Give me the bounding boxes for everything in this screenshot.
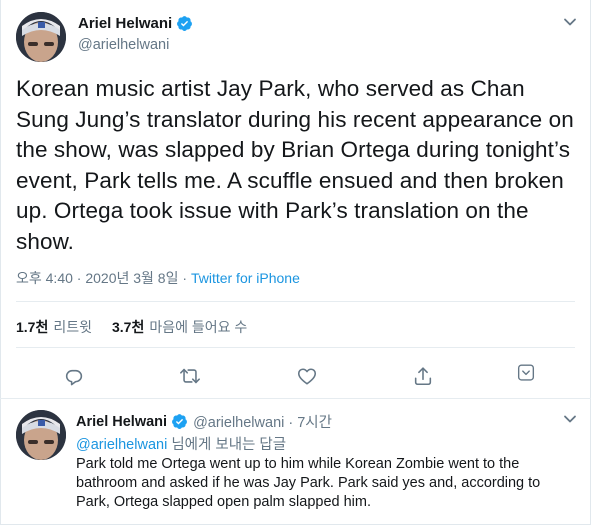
- like-button[interactable]: [291, 360, 323, 392]
- reply-to-suffix: 님에게 보내는 답글: [167, 437, 287, 453]
- author-row: Ariel Helwani: [78, 15, 193, 32]
- replying-to: @arielhelwani 님에게 보내는 답글: [76, 433, 286, 454]
- tweet-stats: 1.7천 리트윗 3.7천 마음에 들어요 수: [16, 317, 267, 337]
- analytics-icon: [517, 364, 535, 381]
- reply-author-row: Ariel Helwani @arielhelwani · 7시간: [76, 411, 332, 432]
- reply-button[interactable]: [58, 360, 90, 392]
- tweet-text: Korean music artist Jay Park, who served…: [16, 76, 574, 254]
- avatar[interactable]: [16, 410, 66, 460]
- divider: [16, 301, 575, 302]
- reply-mention-link[interactable]: @arielhelwani: [76, 437, 167, 453]
- reply-icon: [65, 369, 83, 386]
- retweet-icon: [180, 368, 200, 384]
- retweet-label: 리트윗: [53, 319, 92, 335]
- retweet-stat[interactable]: 1.7천 리트윗: [16, 317, 92, 337]
- tweet-source-link[interactable]: Twitter for iPhone: [191, 270, 300, 286]
- chevron-down-icon[interactable]: [563, 15, 577, 29]
- like-count: 3.7천: [111, 319, 145, 335]
- divider: [16, 347, 575, 348]
- chevron-down-icon[interactable]: [563, 412, 577, 426]
- tweet-timestamp[interactable]: 오후 4:40 · 2020년 3월 8일: [16, 270, 178, 286]
- avatar-image: [16, 12, 66, 62]
- avatar[interactable]: [16, 12, 66, 62]
- tweet-meta: 오후 4:40 · 2020년 3월 8일 · Twitter for iPho…: [16, 268, 300, 288]
- like-label: 마음에 들어요 수: [149, 319, 248, 335]
- reply-author-name[interactable]: Ariel Helwani: [76, 414, 167, 430]
- meta-separator: ·: [178, 270, 191, 286]
- reply-text: Park told me Ortega went up to him while…: [76, 456, 541, 510]
- reply-handle-time[interactable]: @arielhelwani · 7시간: [193, 411, 332, 432]
- divider: [0, 398, 591, 399]
- avatar-image: [16, 410, 66, 460]
- share-icon: [414, 367, 432, 386]
- like-stat[interactable]: 3.7천 마음에 들어요 수: [112, 317, 247, 337]
- analytics-button[interactable]: [510, 357, 542, 389]
- retweet-count: 1.7천: [16, 319, 49, 335]
- verified-badge-icon: [177, 16, 193, 31]
- action-bar: [0, 360, 591, 392]
- heart-icon: [297, 368, 317, 385]
- share-button[interactable]: [407, 360, 439, 392]
- author-handle[interactable]: @arielhelwani: [78, 37, 169, 53]
- verified-badge-icon: [172, 414, 187, 429]
- author-name[interactable]: Ariel Helwani: [78, 15, 172, 32]
- retweet-button[interactable]: [174, 360, 206, 392]
